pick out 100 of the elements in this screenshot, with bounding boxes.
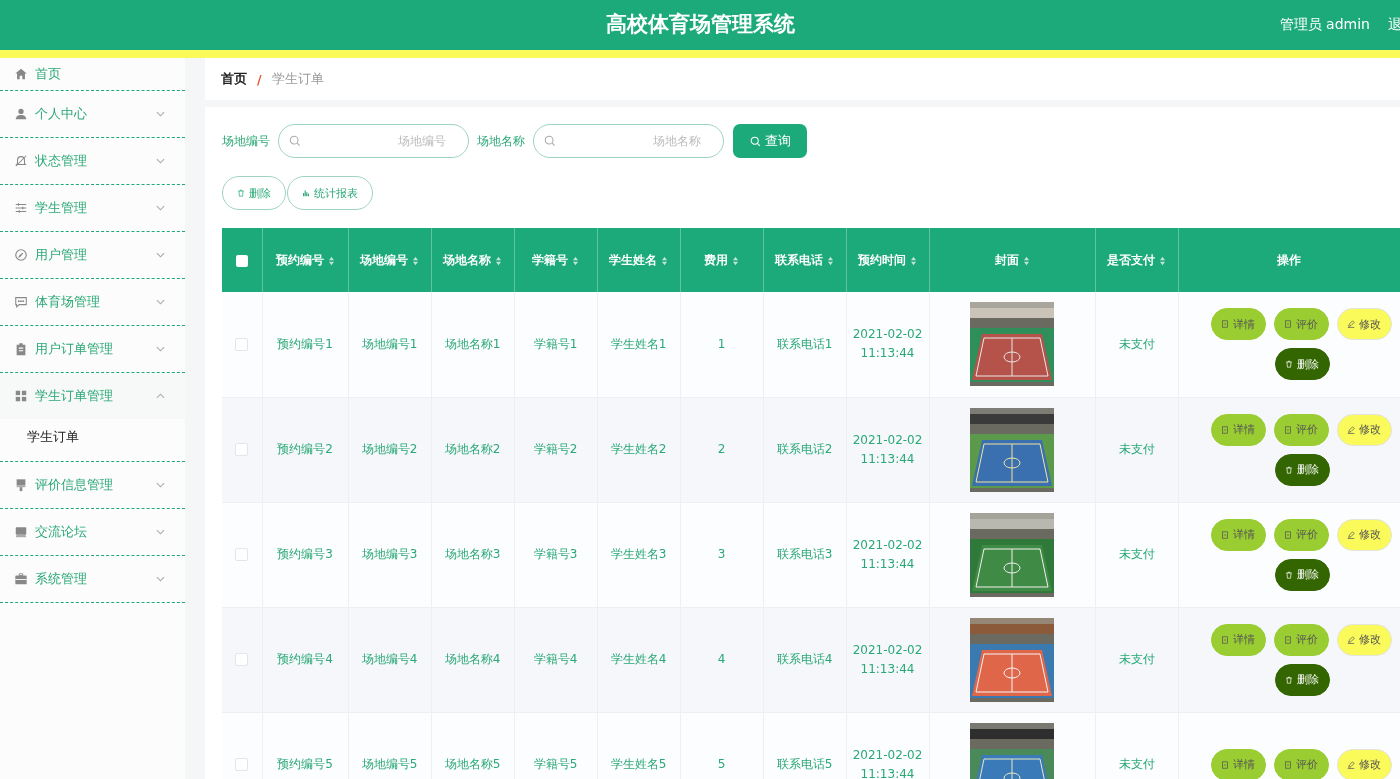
brush-icon xyxy=(14,478,28,492)
search-label: 场地编号 xyxy=(222,132,270,150)
row-checkbox[interactable] xyxy=(235,653,249,666)
delete-button[interactable]: 删除 xyxy=(222,176,286,210)
table-cell: 4 xyxy=(717,652,726,666)
table-cell: 联系电话2 xyxy=(776,442,833,456)
review-button[interactable]: 评价 xyxy=(1273,413,1329,446)
menu-item[interactable]: 状态管理 xyxy=(0,138,185,184)
review-button[interactable]: 评价 xyxy=(1273,623,1329,656)
table-cell: 学籍号1 xyxy=(533,336,578,351)
breadcrumb-link[interactable]: 首页 xyxy=(221,70,247,88)
column-header[interactable]: 操作 xyxy=(1178,228,1400,292)
table-cell: 2 xyxy=(717,442,726,456)
row-checkbox[interactable] xyxy=(235,758,249,771)
row-checkbox[interactable] xyxy=(235,443,249,456)
search-field[interactable]: 场地编号 xyxy=(278,124,469,158)
bell-off-icon xyxy=(14,154,28,168)
select-all-checkbox[interactable] xyxy=(235,254,248,267)
chevron-down-icon xyxy=(156,205,165,211)
detail-button[interactable]: 详情 xyxy=(1210,623,1266,656)
table-cell: 5 xyxy=(717,757,726,771)
column-header[interactable]: 联系电话 xyxy=(763,228,846,292)
compass-icon xyxy=(14,248,28,262)
payment-status: 未支付 xyxy=(1118,652,1155,666)
chevron-down-icon xyxy=(156,252,165,258)
search-field[interactable]: 场地名称 xyxy=(533,124,724,158)
sort-icon xyxy=(910,255,917,266)
breadcrumb-link[interactable]: 学生订单 xyxy=(271,70,324,88)
table-cell: 学生姓名1 xyxy=(610,336,667,351)
table-cell: 学籍号5 xyxy=(533,757,578,771)
edit-button[interactable]: 修改 xyxy=(1336,748,1392,779)
table-cell: 2021-02-02 11:13:44 xyxy=(852,537,923,571)
column-header[interactable]: 学生姓名 xyxy=(597,228,680,292)
trash-icon xyxy=(1285,570,1293,579)
sort-icon xyxy=(495,255,502,266)
menu-item[interactable]: 首页 xyxy=(0,58,185,90)
search-button[interactable]: 查询 xyxy=(733,124,807,158)
delete-button[interactable]: 删除 xyxy=(1274,663,1330,696)
detail-button[interactable]: 详情 xyxy=(1210,518,1266,551)
delete-button[interactable]: 删除 xyxy=(1274,558,1330,591)
column-header[interactable]: 学籍号 xyxy=(514,228,597,292)
submenu-item[interactable]: 学生订单 xyxy=(0,419,185,461)
edit-button[interactable]: 修改 xyxy=(1336,518,1392,551)
delete-button[interactable]: 删除 xyxy=(1274,453,1330,486)
pencil-icon xyxy=(1347,635,1355,644)
delete-button[interactable]: 删除 xyxy=(1274,348,1330,381)
user-label: 管理员 admin xyxy=(1279,16,1370,34)
app-title: 高校体育场管理系统 xyxy=(605,11,795,38)
bar-chart-icon xyxy=(302,189,310,197)
detail-button[interactable]: 详情 xyxy=(1210,748,1266,779)
detail-button[interactable]: 详情 xyxy=(1210,413,1266,446)
document-icon xyxy=(1221,635,1229,644)
sort-icon xyxy=(412,255,419,266)
table-cell: 联系电话4 xyxy=(776,652,833,666)
menu-item[interactable]: 评价信息管理 xyxy=(0,462,185,508)
table-cell: 预约编号4 xyxy=(277,652,333,666)
row-checkbox[interactable] xyxy=(235,548,249,561)
table-cell: 预约编号5 xyxy=(277,757,333,771)
review-button[interactable]: 评价 xyxy=(1273,748,1329,779)
menu-item[interactable]: 用户订单管理 xyxy=(0,326,185,372)
detail-button[interactable]: 详情 xyxy=(1210,308,1266,341)
trash-icon xyxy=(1285,465,1293,474)
search-label: 场地名称 xyxy=(477,132,525,150)
menu-item[interactable]: 系统管理 xyxy=(0,556,185,602)
edit-button[interactable]: 修改 xyxy=(1336,413,1392,446)
menu-item[interactable]: 个人中心 xyxy=(0,91,185,137)
menu-item[interactable]: 用户管理 xyxy=(0,232,185,278)
row-checkbox[interactable] xyxy=(235,337,249,351)
column-header[interactable]: 费用 xyxy=(680,228,763,292)
edit-button[interactable]: 修改 xyxy=(1336,623,1392,656)
column-header[interactable]: 是否支付 xyxy=(1095,228,1178,292)
menu-item[interactable]: 交流论坛 xyxy=(0,509,185,555)
column-header[interactable]: 场地名称 xyxy=(431,228,514,292)
chevron-down-icon xyxy=(156,111,165,117)
column-header[interactable]: 预约时间 xyxy=(846,228,929,292)
edit-button[interactable]: 修改 xyxy=(1336,308,1392,341)
chevron-down-icon xyxy=(156,529,165,535)
menu-item[interactable]: 体育场管理 xyxy=(0,279,185,325)
column-header[interactable]: 预约编号 xyxy=(262,228,348,292)
home-icon xyxy=(14,67,28,81)
review-button[interactable]: 评价 xyxy=(1273,308,1329,341)
grid-icon xyxy=(14,389,28,403)
table-cell: 学生姓名3 xyxy=(610,547,667,561)
column-header[interactable]: 封面 xyxy=(929,228,1095,292)
sort-icon xyxy=(661,255,668,266)
chevron-down-icon xyxy=(156,158,165,164)
menu-item[interactable]: 学生管理 xyxy=(0,185,185,231)
table-cell: 学生姓名5 xyxy=(610,757,667,771)
document-icon xyxy=(1284,635,1292,644)
document-icon xyxy=(1284,760,1292,769)
review-button[interactable]: 评价 xyxy=(1273,518,1329,551)
search-icon xyxy=(544,135,556,147)
report-button[interactable]: 统计报表 xyxy=(287,176,373,210)
table-cell: 1 xyxy=(717,336,726,351)
menu-item[interactable]: 学生订单管理 xyxy=(0,373,185,419)
search-icon xyxy=(749,135,761,147)
sort-icon xyxy=(1159,255,1166,266)
table-cell: 场地名称2 xyxy=(444,442,501,456)
column-header[interactable]: 场地编号 xyxy=(348,228,431,292)
sort-icon xyxy=(572,255,579,266)
